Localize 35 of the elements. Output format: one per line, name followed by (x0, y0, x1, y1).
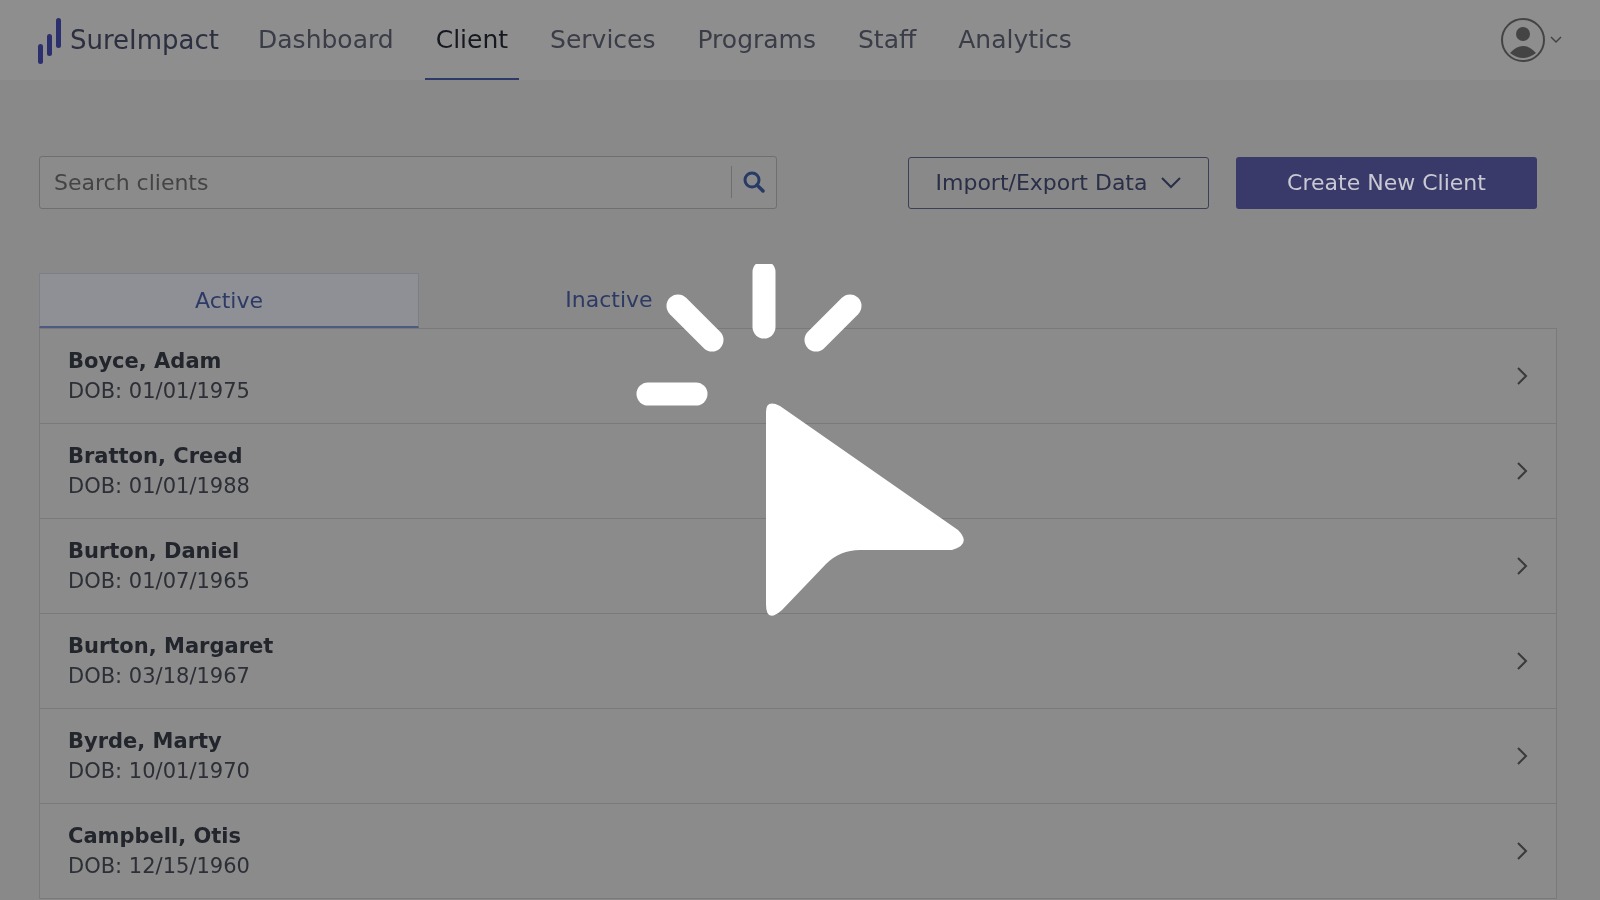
nav-tab[interactable]: Staff (847, 0, 928, 80)
client-name: Burton, Margaret (68, 634, 275, 658)
logo-text: SureImpact (70, 25, 220, 55)
chevron-right-icon (1516, 746, 1528, 766)
nav-tab[interactable]: Dashboard (247, 0, 405, 80)
chevron-right-icon (1516, 556, 1528, 576)
nav-tab[interactable]: Services (539, 0, 667, 80)
status-tab[interactable]: Active (39, 273, 419, 328)
client-name: Byrde, Marty (68, 729, 223, 753)
user-avatar-icon[interactable] (1500, 17, 1546, 63)
chevron-down-icon (1161, 176, 1182, 189)
nav-tab[interactable]: Client (424, 0, 520, 80)
chevron-right-icon (1516, 366, 1528, 386)
search-field[interactable]: Search clients (39, 156, 777, 209)
client-dob: DOB: 01/01/1988 (68, 474, 251, 498)
search-icon[interactable] (743, 171, 765, 193)
create-client-button[interactable]: Create New Client (1236, 156, 1537, 209)
client-name: Bratton, Creed (68, 444, 244, 468)
import-export-dropdown[interactable]: Import/Export Data (908, 156, 1209, 209)
chevron-right-icon (1516, 651, 1528, 671)
client-dob: DOB: 12/15/1960 (68, 854, 251, 878)
client-dob: DOB: 03/18/1967 (68, 664, 251, 688)
client-dob: DOB: 10/01/1970 (68, 759, 251, 783)
client-name: Boyce, Adam (68, 349, 223, 373)
chevron-right-icon (1516, 841, 1528, 861)
nav-tab[interactable]: Analytics (947, 0, 1083, 80)
client-name: Campbell, Otis (68, 824, 243, 848)
status-tab[interactable]: Inactive (419, 273, 799, 328)
nav-tab[interactable]: Programs (686, 0, 827, 80)
chevron-right-icon (1516, 461, 1528, 481)
client-name: Burton, Daniel (68, 539, 241, 563)
client-dob: DOB: 01/01/1975 (68, 379, 251, 403)
caret-icon[interactable] (1550, 36, 1562, 44)
client-dob: DOB: 01/07/1965 (68, 569, 251, 593)
logo-icon (38, 16, 62, 64)
